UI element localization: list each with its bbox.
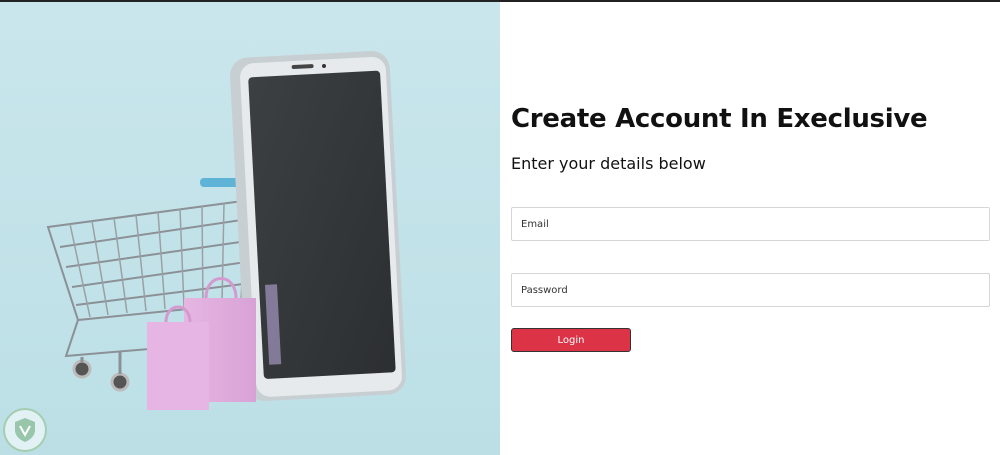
shield-logo-icon (3, 408, 47, 452)
shopping-illustration (0, 2, 500, 455)
password-field[interactable] (511, 273, 990, 307)
hero-image (0, 2, 500, 455)
signup-form: Create Account In Execlusive Enter your … (511, 0, 991, 455)
form-subtitle: Enter your details below (511, 154, 706, 173)
page-title: Create Account In Execlusive (511, 104, 928, 134)
email-field[interactable] (511, 207, 990, 241)
login-button[interactable]: Login (511, 328, 631, 352)
